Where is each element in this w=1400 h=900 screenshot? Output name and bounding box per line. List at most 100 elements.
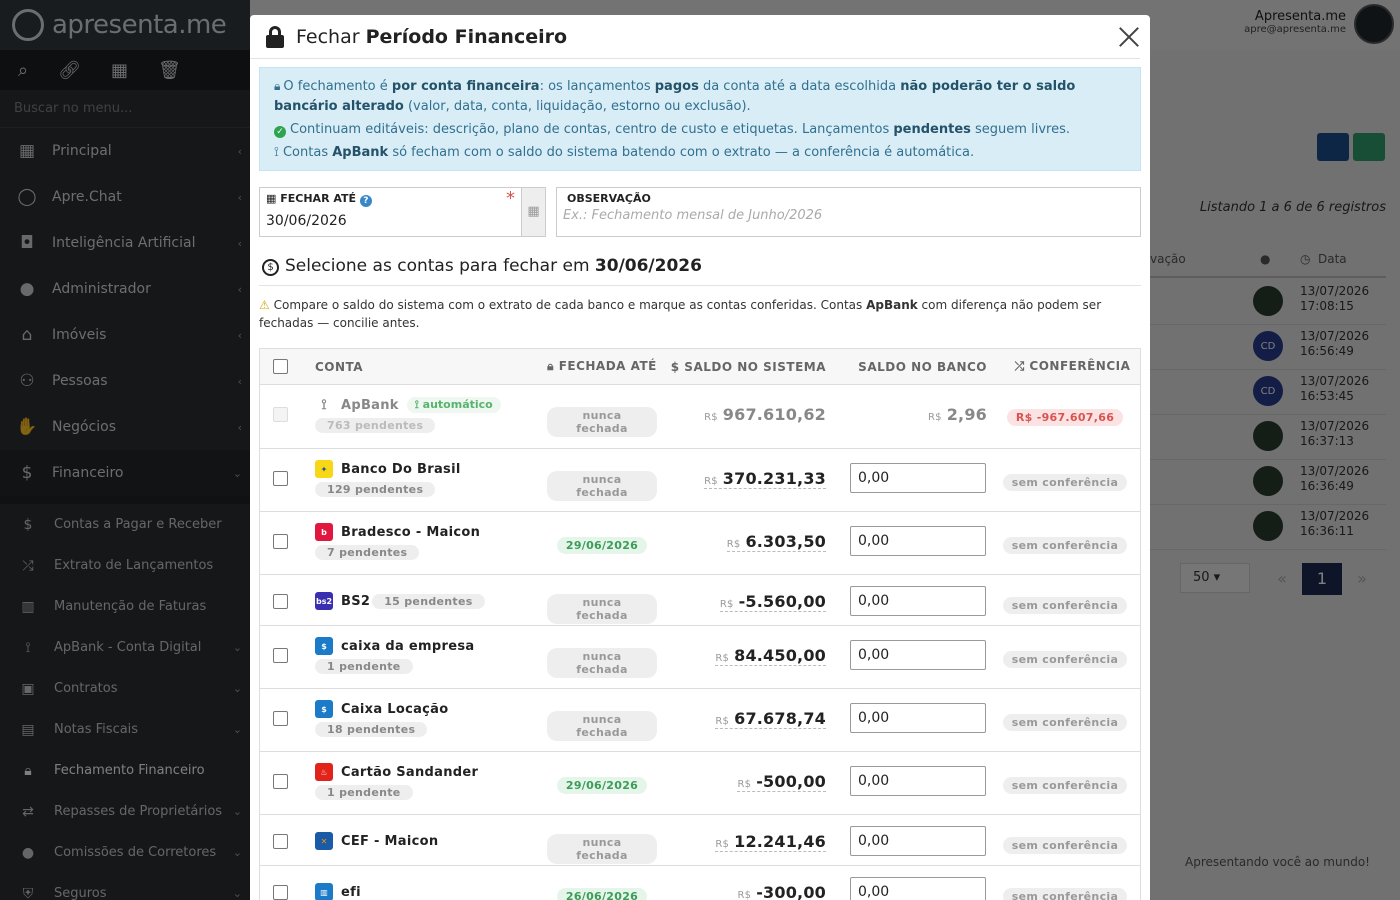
system-balance-value: R$ -5.560,00 — [719, 592, 826, 612]
observation-field[interactable]: OBSERVAÇÃO — [556, 187, 1141, 237]
system-balance-value: R$ 67.678,74 — [715, 709, 826, 729]
pending-badge: 15 pendentes — [372, 593, 485, 609]
table-row: bs2 BS2 15 pendentes nunca fechada R$ -5.560,… — [260, 575, 1140, 626]
bank-balance-input[interactable] — [850, 526, 986, 556]
table-row: ✕ CEF - Maicon nunca fechada R$ 12.241,46 sem… — [260, 815, 1140, 866]
system-balance-cell: R$ 370.231,33 — [704, 469, 826, 489]
account-name: Banco Do Brasil — [341, 461, 461, 477]
info-line-2: ✓ Continuam editáveis: descrição, plano d… — [274, 120, 1126, 140]
closed-until-cell: 29/06/2026 — [547, 534, 657, 554]
table-row: ✦ Banco Do Brasil 129 pendentes nunca fecha… — [260, 449, 1140, 512]
bank-balance-input[interactable] — [850, 640, 986, 670]
closed-until-cell: nunca fechada — [547, 594, 657, 624]
account-cell: ▥ efi — [315, 883, 361, 900]
account-cell: ♨ Cartão Sandander 1 pendente — [315, 763, 478, 800]
conference-badge: sem conferência — [1002, 597, 1128, 614]
system-balance-value: R$ 370.231,33 — [704, 469, 826, 489]
account-cell: ✕ CEF - Maicon — [315, 832, 438, 850]
required-asterisk: * — [506, 188, 515, 209]
closed-until-cell: 26/06/2026 — [547, 885, 657, 900]
pending-badge: 763 pendentes — [315, 418, 436, 433]
bank-balance-cell — [850, 766, 987, 796]
row-checkbox[interactable] — [273, 594, 288, 609]
bank-balance-input[interactable] — [850, 826, 986, 856]
select-all-checkbox[interactable] — [273, 359, 288, 374]
conference-cell: sem conferência — [1000, 534, 1130, 554]
system-balance-amount: 84.450,00 — [734, 646, 826, 665]
help-icon[interactable]: ? — [359, 195, 372, 207]
bank-balance-cell: R$ 2,96 — [928, 405, 987, 424]
account-cell: $ caixa da empresa 1 pendente — [315, 637, 474, 674]
closed-until-cell: nunca fechada — [547, 407, 657, 437]
account-cell: ✦ Banco Do Brasil 129 pendentes — [315, 460, 461, 497]
bank-logo-icon: b — [315, 523, 333, 541]
dollar-refresh-icon: $ — [262, 259, 279, 276]
bank-balance-input[interactable] — [850, 463, 986, 493]
close-period-modal: Fechar Período Financeiro 🔒︎ O fechamento… — [250, 15, 1150, 900]
row-checkbox[interactable] — [273, 648, 288, 663]
table-row: $ caixa da empresa 1 pendente nunca fechada… — [260, 626, 1140, 689]
observation-label: OBSERVAÇÃO — [567, 192, 651, 205]
dollar-icon: $ — [670, 359, 680, 374]
close-date-input[interactable]: 30/06/2026 — [266, 213, 347, 229]
row-checkbox[interactable] — [273, 834, 288, 849]
currency-symbol: R$ — [719, 599, 734, 610]
row-checkbox[interactable] — [273, 774, 288, 789]
bank-logo-icon: ▥ — [315, 883, 333, 900]
select-accounts-title: $ Selecione as contas para fechar em 30/0… — [262, 256, 702, 276]
bank-balance-input[interactable] — [850, 586, 986, 616]
bank-logo-icon: $ — [315, 637, 333, 655]
conference-badge: sem conferência — [1002, 888, 1128, 900]
closed-badge: nunca fechada — [547, 711, 657, 741]
bank-balance-cell — [850, 640, 987, 670]
observation-textarea[interactable] — [563, 208, 1135, 234]
info-alert: 🔒︎ O fechamento é por conta financeira: o… — [259, 67, 1141, 171]
pending-badge: 7 pendentes — [315, 545, 420, 560]
bank-balance-input[interactable] — [850, 703, 986, 733]
system-balance-value: R$ -300,00 — [737, 883, 826, 900]
currency-symbol: R$ — [737, 890, 752, 900]
close-icon[interactable] — [1118, 25, 1140, 47]
row-checkbox[interactable] — [273, 885, 288, 900]
system-balance-cell: R$ 12.241,46 — [715, 832, 826, 852]
conference-cell: sem conferência — [1000, 594, 1130, 614]
lock-icon: 🔒︎ — [547, 359, 554, 373]
system-balance-amount: 6.303,50 — [745, 532, 826, 551]
table-header: CONTA 🔒︎ FECHADA ATÉ $ SALDO NO SISTEMA … — [260, 349, 1140, 385]
row-checkbox[interactable] — [273, 471, 288, 486]
pending-badge: 18 pendentes — [315, 722, 428, 737]
table-row-apbank: ⟟ ApBank ⟟ automático 763 pendentes nunc… — [260, 385, 1140, 449]
account-name: BS2 — [341, 593, 371, 609]
conference-badge: sem conferência — [1002, 714, 1128, 731]
bank-balance-input[interactable] — [850, 877, 986, 900]
row-checkbox[interactable] — [273, 534, 288, 549]
close-date-label: ▦ FECHAR ATÉ ? — [266, 192, 372, 207]
warning-icon: ⚠ — [259, 298, 270, 312]
modal-title-bold: Período Financeiro — [365, 25, 568, 48]
pending-badge: 1 pendente — [315, 785, 413, 800]
closed-badge: 29/06/2026 — [556, 777, 648, 794]
closed-badge: 26/06/2026 — [556, 888, 648, 900]
conference-badge: sem conferência — [1002, 837, 1128, 854]
bank-balance-input[interactable] — [850, 766, 986, 796]
table-row: ♨ Cartão Sandander 1 pendente 29/06/2026 R$ -… — [260, 752, 1140, 815]
pending-badge: 129 pendentes — [315, 482, 436, 497]
section-divider — [259, 285, 1141, 286]
calendar-picker-button[interactable]: ▦ — [521, 188, 545, 236]
account-name: ApBank — [341, 397, 399, 413]
account-name: Bradesco - Maicon — [341, 524, 481, 540]
currency-symbol: R$ — [704, 476, 718, 487]
closed-badge: nunca fechada — [547, 407, 657, 437]
close-date-field[interactable]: ▦ FECHAR ATÉ ? * 30/06/2026 ▦ — [259, 187, 546, 237]
bank-logo-icon: $ — [315, 700, 333, 718]
row-checkbox[interactable] — [273, 711, 288, 726]
system-balance-amount: 12.241,46 — [734, 832, 826, 851]
pending-badge: 1 pendente — [315, 659, 413, 674]
account-cell: b Bradesco - Maicon 7 pendentes — [315, 523, 480, 560]
system-balance-amount: 370.231,33 — [722, 469, 826, 488]
account-name: CEF - Maicon — [341, 833, 439, 849]
system-balance-value: R$ 84.450,00 — [715, 646, 826, 666]
account-name: Caixa Locação — [341, 701, 449, 717]
system-balance-cell: R$ -5.560,00 — [719, 592, 826, 612]
apbank-icon: ⟟ — [274, 145, 279, 160]
